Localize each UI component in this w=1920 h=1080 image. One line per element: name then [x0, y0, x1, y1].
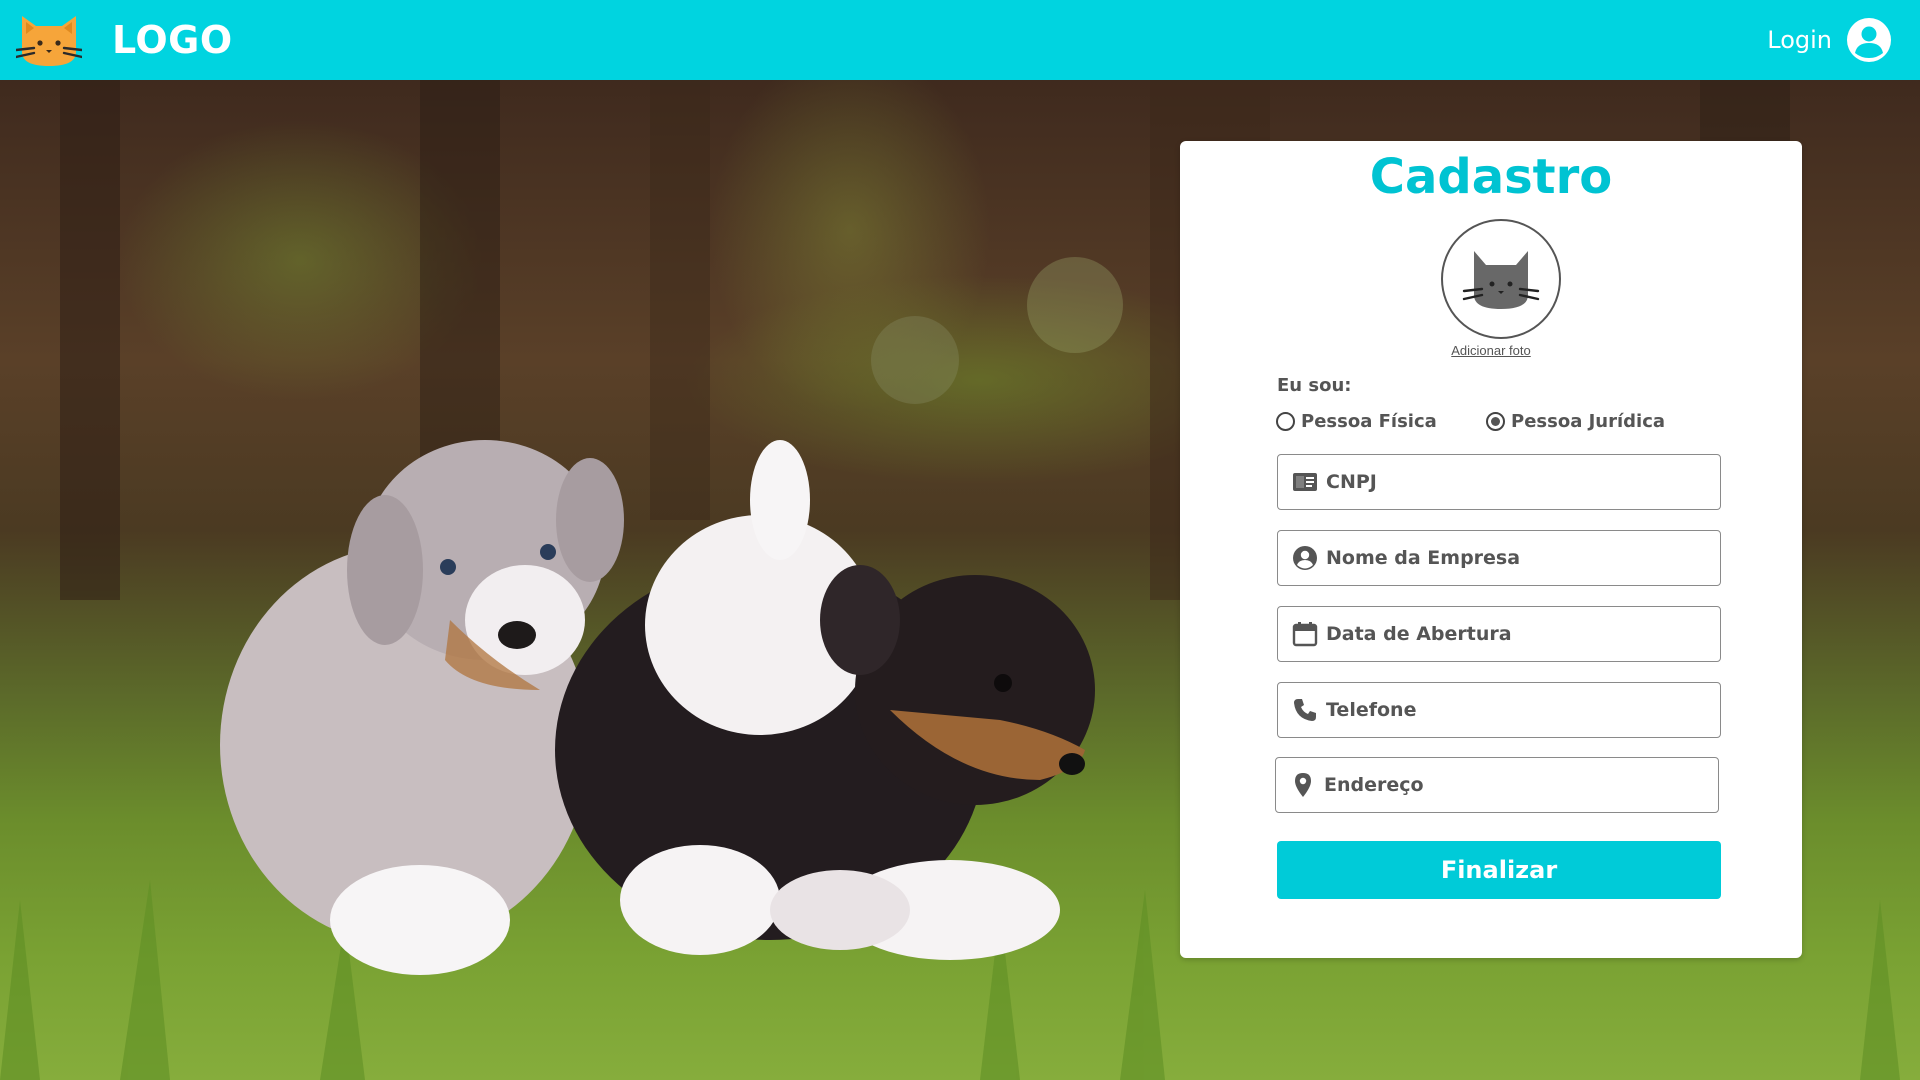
address-placeholder: Endereço	[1324, 774, 1424, 796]
finish-button-label: Finalizar	[1440, 856, 1558, 884]
page-title: Cadastro	[1369, 149, 1613, 205]
phone-placeholder: Telefone	[1326, 699, 1417, 721]
cat-face-icon	[1462, 251, 1540, 309]
address-field[interactable]: Endereço	[1275, 757, 1719, 813]
map-pin-icon	[1295, 773, 1311, 797]
login-button[interactable]: Login	[1767, 16, 1892, 64]
account-circle-icon	[1847, 18, 1891, 62]
radio-label: Pessoa Jurídica	[1511, 410, 1666, 432]
opening-date-placeholder: Data de Abertura	[1326, 623, 1512, 645]
calendar-icon	[1292, 622, 1318, 647]
top-navigation-bar: LOGO Login	[0, 0, 1920, 80]
id-card-icon	[1293, 473, 1317, 491]
phone-field[interactable]: Telefone	[1277, 682, 1721, 738]
finish-button[interactable]: Finalizar	[1277, 841, 1721, 899]
company-name-placeholder: Nome da Empresa	[1326, 547, 1521, 569]
cat-face-icon[interactable]	[16, 10, 82, 70]
radio-circle-selected[interactable]	[1486, 411, 1505, 431]
signup-card: Cadastro Adicionar foto Eu sou: Pessoa F…	[1180, 141, 1802, 958]
person-type-label: Eu sou:	[1277, 375, 1352, 396]
radio-label: Pessoa Física	[1301, 410, 1437, 432]
radio-circle[interactable]	[1276, 411, 1295, 431]
phone-icon	[1294, 699, 1316, 721]
account-circle-icon	[1293, 546, 1317, 570]
cnpj-placeholder: CNPJ	[1326, 471, 1377, 493]
logo-text[interactable]: LOGO	[112, 18, 233, 62]
radio-pessoa-juridica[interactable]: Pessoa Jurídica	[1486, 409, 1665, 433]
login-label: Login	[1767, 26, 1832, 54]
company-name-field[interactable]: Nome da Empresa	[1277, 530, 1721, 586]
cnpj-field[interactable]: CNPJ	[1277, 454, 1721, 510]
opening-date-field[interactable]: Data de Abertura	[1277, 606, 1721, 662]
radio-pessoa-fisica[interactable]: Pessoa Física	[1276, 409, 1437, 433]
add-photo-link[interactable]: Adicionar foto	[1180, 343, 1802, 358]
avatar-upload-button[interactable]	[1441, 219, 1561, 339]
